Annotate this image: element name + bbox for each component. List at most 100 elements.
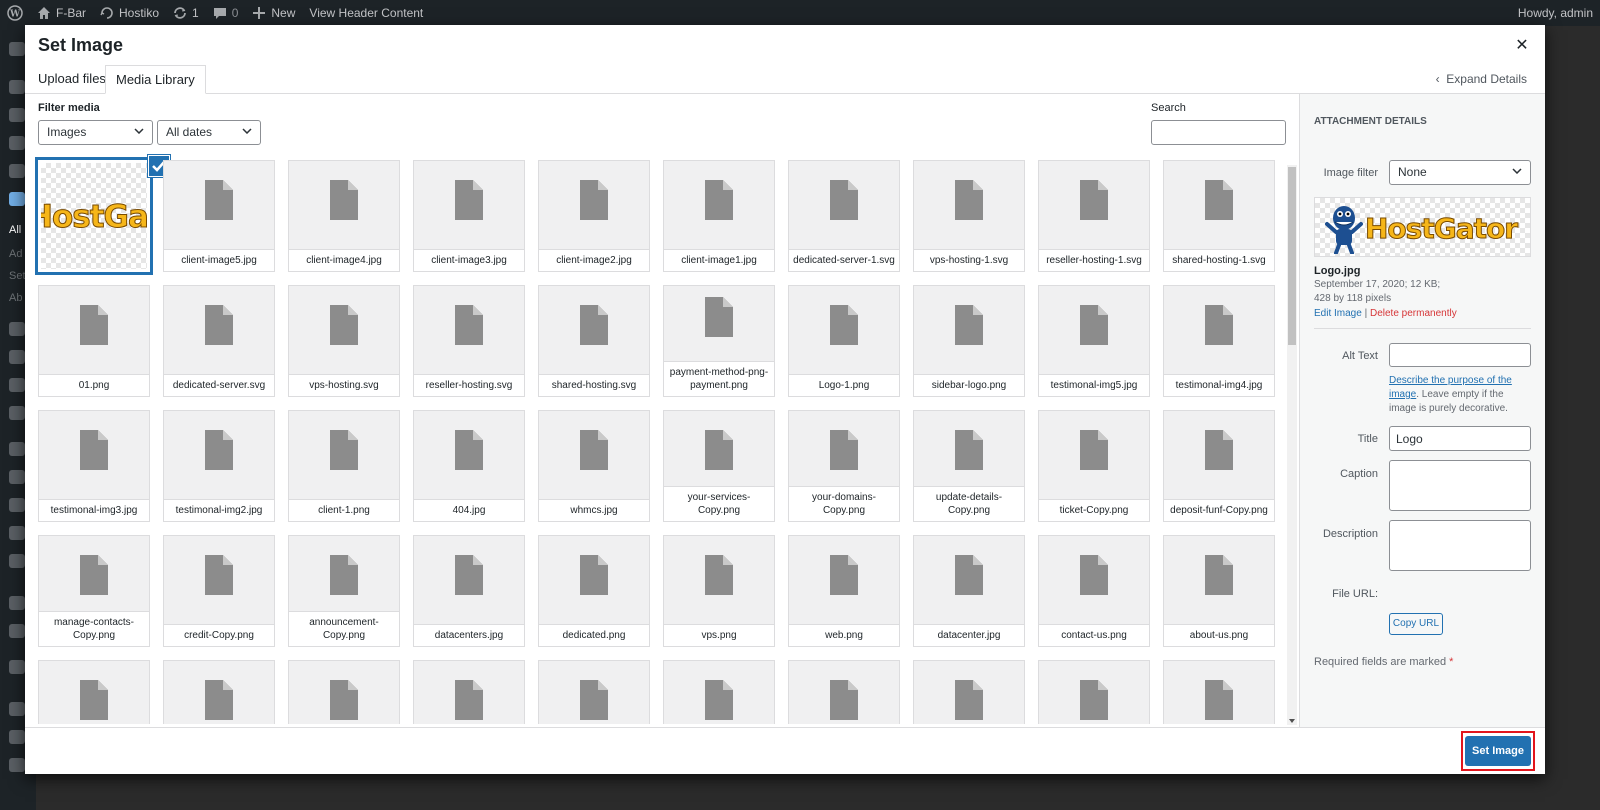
- document-icon: [830, 680, 858, 720]
- attachment-selected[interactable]: HostGa: [38, 156, 169, 272]
- attachment-actions: Edit Image | Delete permanently: [1314, 307, 1457, 321]
- attachment-item[interactable]: vps.png: [663, 535, 775, 647]
- attachment-item[interactable]: testimonal-img4.jpg: [1163, 285, 1275, 397]
- attachment-item[interactable]: [1038, 660, 1150, 724]
- attachment-item[interactable]: testimonal-img3.jpg: [38, 410, 150, 522]
- media-search-input[interactable]: [1151, 120, 1286, 145]
- attachment-item[interactable]: [788, 660, 900, 724]
- admin-bar-updates[interactable]: 1: [166, 0, 206, 26]
- thumbnail-logo-text: HostGa: [41, 199, 147, 236]
- attachment-item[interactable]: [163, 660, 275, 724]
- elementor-icon: [9, 164, 25, 178]
- media-type-value: Images: [47, 125, 87, 139]
- attachment-item[interactable]: 404.jpg: [413, 410, 525, 522]
- attachment-item[interactable]: dedicated-server-1.svg: [788, 160, 900, 272]
- media-router-tabs: Upload files Media Library: [25, 65, 1545, 94]
- attachment-item[interactable]: contact-us.png: [1038, 535, 1150, 647]
- attachment-item[interactable]: testimonal-img5.jpg: [1038, 285, 1150, 397]
- attachment-item[interactable]: client-image3.jpg: [413, 160, 525, 272]
- attachment-item[interactable]: reseller-hosting-1.svg: [1038, 160, 1150, 272]
- required-note: Required fields are marked *: [1314, 655, 1453, 669]
- attachment-item[interactable]: your-domains-Copy.png: [788, 410, 900, 522]
- attachment-item[interactable]: Logo-1.png: [788, 285, 900, 397]
- heart-icon: [9, 554, 25, 568]
- attachment-item[interactable]: testimonal-img2.jpg: [163, 410, 275, 522]
- delete-permanently-link[interactable]: Delete permanently: [1370, 308, 1457, 319]
- attachment-item[interactable]: datacenter.jpg: [913, 535, 1025, 647]
- attachment-item[interactable]: [913, 660, 1025, 724]
- attachment-item[interactable]: dedicated-server.svg: [163, 285, 275, 397]
- attachment-item[interactable]: vps-hosting-1.svg: [913, 160, 1025, 272]
- admin-bar-site-fbar[interactable]: F-Bar: [30, 0, 93, 26]
- attachment-item[interactable]: 01.png: [38, 285, 150, 397]
- attachment-item[interactable]: dedicated.png: [538, 535, 650, 647]
- document-icon: [830, 305, 858, 345]
- caption-textarea[interactable]: [1389, 460, 1531, 511]
- tab-media-library[interactable]: Media Library: [105, 65, 206, 94]
- image-filter-select[interactable]: None: [1389, 160, 1531, 185]
- document-icon: [205, 680, 233, 720]
- edit-image-link[interactable]: Edit Image: [1314, 308, 1362, 319]
- scrollbar-thumb[interactable]: [1288, 167, 1296, 345]
- alt-text-help: Describe the purpose of the image. Leave…: [1389, 374, 1531, 416]
- attachment-item[interactable]: about-us.png: [1163, 535, 1275, 647]
- description-textarea[interactable]: [1389, 520, 1531, 571]
- media-date-filter[interactable]: All dates: [157, 120, 261, 145]
- attachment-item[interactable]: [663, 660, 775, 724]
- alt-text-input[interactable]: [1389, 343, 1531, 367]
- copy-url-button[interactable]: Copy URL: [1389, 613, 1443, 635]
- document-icon: [705, 180, 733, 220]
- plugins-icon: [9, 470, 25, 484]
- attachment-item[interactable]: [288, 660, 400, 724]
- attachment-item[interactable]: payment-method-png-payment.png: [663, 285, 775, 397]
- attachment-item[interactable]: client-image4.jpg: [288, 160, 400, 272]
- document-icon: [1205, 680, 1233, 720]
- wp-logo-icon[interactable]: W: [0, 0, 30, 26]
- attachment-item[interactable]: web.png: [788, 535, 900, 647]
- admin-bar-theme-label: Hostiko: [119, 6, 160, 20]
- media-date-value: All dates: [166, 125, 213, 139]
- appearance-icon: [9, 442, 25, 456]
- attachment-item[interactable]: client-image5.jpg: [163, 160, 275, 272]
- admin-bar-theme-hostiko[interactable]: Hostiko: [93, 0, 166, 26]
- attachment-item[interactable]: [38, 660, 150, 724]
- attachment-item[interactable]: [413, 660, 525, 724]
- attachment-item[interactable]: client-image2.jpg: [538, 160, 650, 272]
- attachment-item[interactable]: sidebar-logo.png: [913, 285, 1025, 397]
- admin-bar-account[interactable]: Howdy, admin: [1511, 0, 1600, 26]
- attachment-item[interactable]: manage-contacts-Copy.png: [38, 535, 150, 647]
- close-icon[interactable]: ✕: [1511, 35, 1533, 57]
- attachment-item[interactable]: update-details-Copy.png: [913, 410, 1025, 522]
- file-url-label: File URL:: [1332, 588, 1378, 600]
- attachment-item[interactable]: whmcs.jpg: [538, 410, 650, 522]
- tab-upload-files[interactable]: Upload files: [28, 65, 116, 94]
- attachment-item[interactable]: ticket-Copy.png: [1038, 410, 1150, 522]
- admin-bar-view-header[interactable]: View Header Content: [302, 0, 430, 26]
- media-type-filter[interactable]: Images: [38, 120, 153, 145]
- attachment-item[interactable]: client-1.png: [288, 410, 400, 522]
- title-input[interactable]: [1389, 426, 1531, 451]
- attachment-item[interactable]: client-image1.jpg: [663, 160, 775, 272]
- grid-scrollbar[interactable]: [1287, 165, 1297, 725]
- attachment-item[interactable]: deposit-funf-Copy.png: [1163, 410, 1275, 522]
- admin-bar-comments[interactable]: 0: [206, 0, 246, 26]
- scroll-down-icon[interactable]: [1289, 719, 1295, 723]
- attachment-item[interactable]: shared-hosting-1.svg: [1163, 160, 1275, 272]
- attachment-item[interactable]: credit-Copy.png: [163, 535, 275, 647]
- attachment-item[interactable]: datacenters.jpg: [413, 535, 525, 647]
- attachment-item[interactable]: [1163, 660, 1275, 724]
- document-icon: [580, 430, 608, 470]
- attachment-item[interactable]: your-services-Copy.png: [663, 410, 775, 522]
- document-icon: [80, 680, 108, 720]
- attachment-item[interactable]: reseller-hosting.svg: [413, 285, 525, 397]
- attachment-item[interactable]: announcement-Copy.png: [288, 535, 400, 647]
- attachment-item[interactable]: [538, 660, 650, 724]
- attachment-item[interactable]: vps-hosting.svg: [288, 285, 400, 397]
- title-label: Title: [1357, 433, 1378, 445]
- modal-title: Set Image: [38, 35, 124, 55]
- attachment-filename: 01.png: [39, 374, 149, 396]
- expand-details-link[interactable]: ‹ Expand Details: [1436, 72, 1527, 86]
- attachment-item[interactable]: shared-hosting.svg: [538, 285, 650, 397]
- admin-bar-new[interactable]: New: [245, 0, 302, 26]
- attachment-filename: testimonal-img2.jpg: [164, 499, 274, 521]
